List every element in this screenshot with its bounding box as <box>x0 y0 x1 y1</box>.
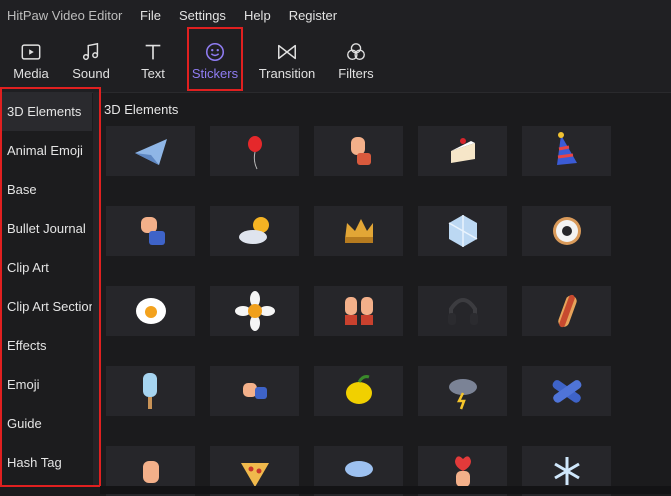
waving-hand-icon <box>350 137 371 165</box>
paper-plane-icon <box>134 139 167 165</box>
tab-text-label: Text <box>141 66 165 81</box>
sticker-clapping-hand[interactable] <box>106 206 195 256</box>
tab-media[interactable]: Media <box>8 30 54 92</box>
sticker-smiley-icon <box>205 42 225 62</box>
sticker-crossed-arms[interactable] <box>522 366 611 416</box>
thunder-cloud-icon <box>448 379 477 410</box>
sticker-paper-plane[interactable] <box>106 126 195 176</box>
category-sidebar: 3D Elements Animal Emoji Base Bullet Jou… <box>0 92 92 486</box>
crown-icon <box>344 219 373 243</box>
toolbar: Media Sound Text Stickers Transition Fil… <box>0 30 671 93</box>
sidebar-item-clip-art-section[interactable]: Clip Art Section <box>0 287 92 326</box>
sticker-hot-dog[interactable] <box>522 286 611 336</box>
crossed-arms-icon <box>552 380 581 403</box>
tab-filters-label: Filters <box>338 66 374 81</box>
sticker-lemon[interactable] <box>314 366 403 416</box>
filters-circles-icon <box>347 43 365 61</box>
sidebar-item-guide[interactable]: Guide <box>0 404 92 443</box>
lemon-icon <box>345 375 372 404</box>
sticker-daisy[interactable] <box>210 286 299 336</box>
sidebar-item-emoji[interactable]: Emoji <box>0 365 92 404</box>
app-title: HitPaw Video Editor <box>7 7 123 23</box>
music-note-icon <box>82 42 99 61</box>
sticker-popsicle[interactable] <box>106 366 195 416</box>
sticker-raised-hands[interactable] <box>314 286 403 336</box>
fist-bump-icon <box>242 383 267 399</box>
raised-hands-icon <box>344 297 373 325</box>
sun-cloud-icon <box>238 217 269 244</box>
tab-transition-label: Transition <box>258 66 316 81</box>
hot-dog-icon <box>557 294 577 328</box>
ice-cube-icon <box>448 215 477 247</box>
tab-sound-label: Sound <box>72 66 110 81</box>
tab-sound[interactable]: Sound <box>68 30 114 92</box>
menu-bar: HitPaw Video Editor File Settings Help R… <box>0 0 671 30</box>
menu-help[interactable]: Help <box>244 8 271 23</box>
tab-stickers[interactable]: Stickers <box>190 30 240 92</box>
tab-filters[interactable]: Filters <box>336 30 376 92</box>
tab-media-label: Media <box>13 66 49 81</box>
media-icon <box>21 44 41 60</box>
tab-text[interactable]: Text <box>130 30 176 92</box>
sticker-headphones[interactable] <box>418 286 507 336</box>
sticker-fried-egg[interactable] <box>106 286 195 336</box>
sticker-ice-cube[interactable] <box>418 206 507 256</box>
text-icon <box>145 44 161 60</box>
sidebar-item-hash-tag[interactable]: Hash Tag <box>0 443 92 482</box>
donut-icon <box>552 217 581 245</box>
popsicle-icon <box>142 373 157 409</box>
cake-slice-icon <box>450 138 475 163</box>
headphones-icon <box>447 298 478 325</box>
tab-transition[interactable]: Transition <box>256 30 318 92</box>
daisy-icon <box>234 291 275 331</box>
bottom-scroll-track <box>100 486 671 494</box>
party-hat-icon <box>556 132 577 165</box>
sticker-sun-behind-cloud[interactable] <box>210 206 299 256</box>
sticker-donut[interactable] <box>522 206 611 256</box>
sidebar-item-animal-emoji[interactable]: Animal Emoji <box>0 131 92 170</box>
sidebar-item-bullet-journal[interactable]: Bullet Journal <box>0 209 92 248</box>
sticker-waving-hand[interactable] <box>314 126 403 176</box>
sidebar-item-clip-art[interactable]: Clip Art <box>0 248 92 287</box>
sticker-balloon[interactable] <box>210 126 299 176</box>
balloon-icon <box>247 136 262 170</box>
sticker-fist-bump[interactable] <box>210 366 299 416</box>
tab-stickers-label: Stickers <box>191 66 239 81</box>
section-title: 3D Elements <box>104 102 179 117</box>
sidebar-scrollbar[interactable] <box>93 92 99 486</box>
sticker-crown[interactable] <box>314 206 403 256</box>
sidebar-item-effects[interactable]: Effects <box>0 326 92 365</box>
sticker-party-hat[interactable] <box>522 126 611 176</box>
sidebar-item-3d-elements[interactable]: 3D Elements <box>0 92 92 131</box>
menu-file[interactable]: File <box>140 8 161 23</box>
transition-bowtie-icon <box>278 44 296 60</box>
sticker-thunder-cloud[interactable] <box>418 366 507 416</box>
menu-register[interactable]: Register <box>289 8 337 23</box>
clapping-hand-icon <box>140 217 165 245</box>
fried-egg-icon <box>135 298 166 324</box>
sticker-cake-slice[interactable] <box>418 126 507 176</box>
sidebar-item-base[interactable]: Base <box>0 170 92 209</box>
menu-settings[interactable]: Settings <box>179 8 226 23</box>
